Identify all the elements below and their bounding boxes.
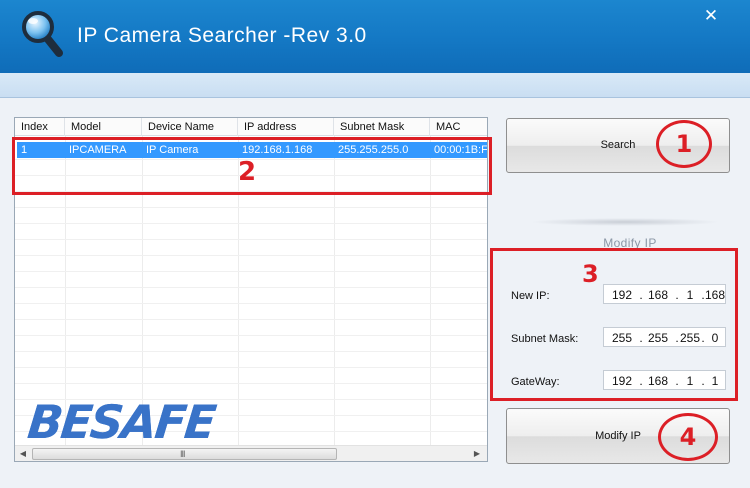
app-window: IP Camera Searcher -Rev 3.0 ✕ Index Mode… xyxy=(0,0,750,488)
grid-line xyxy=(15,319,487,320)
grid-line xyxy=(15,303,487,304)
grid-line xyxy=(15,271,487,272)
annotation-step-4: 4 xyxy=(658,413,718,461)
column-header-model[interactable]: Model xyxy=(65,118,142,136)
grid-line xyxy=(15,207,487,208)
scroll-left-arrow-icon[interactable]: ◀ xyxy=(17,448,29,460)
column-header-subnet-mask[interactable]: Subnet Mask xyxy=(334,118,430,136)
grid-line xyxy=(15,287,487,288)
window-title: IP Camera Searcher -Rev 3.0 xyxy=(77,24,367,47)
title-band xyxy=(0,73,750,98)
grid-line xyxy=(15,239,487,240)
grid-line xyxy=(15,335,487,336)
title-bar: IP Camera Searcher -Rev 3.0 ✕ xyxy=(0,0,750,73)
annotation-box-ip-fields xyxy=(490,248,738,401)
grid-line xyxy=(15,383,487,384)
grid-line xyxy=(15,351,487,352)
column-header-mac[interactable]: MAC xyxy=(430,118,487,136)
scroll-right-arrow-icon[interactable]: ▶ xyxy=(471,448,483,460)
magnifier-icon xyxy=(22,11,63,57)
scrollbar-grip: III xyxy=(180,449,185,459)
section-divider xyxy=(530,218,720,226)
scrollbar-thumb[interactable]: III xyxy=(32,448,337,460)
annotation-step-1: 1 xyxy=(656,120,712,168)
annotation-step-3: 3 xyxy=(582,260,599,288)
column-header-device-name[interactable]: Device Name xyxy=(142,118,238,136)
column-header-index[interactable]: Index xyxy=(15,118,65,136)
close-icon[interactable]: ✕ xyxy=(700,6,722,26)
list-header: Index Model Device Name IP address Subne… xyxy=(15,118,487,136)
grid-line xyxy=(15,255,487,256)
annotation-step-2: 2 xyxy=(238,157,257,187)
grid-line xyxy=(15,223,487,224)
grid-line xyxy=(15,367,487,368)
besafe-logo: BESAFE xyxy=(25,395,217,449)
column-header-ip-address[interactable]: IP address xyxy=(238,118,334,136)
